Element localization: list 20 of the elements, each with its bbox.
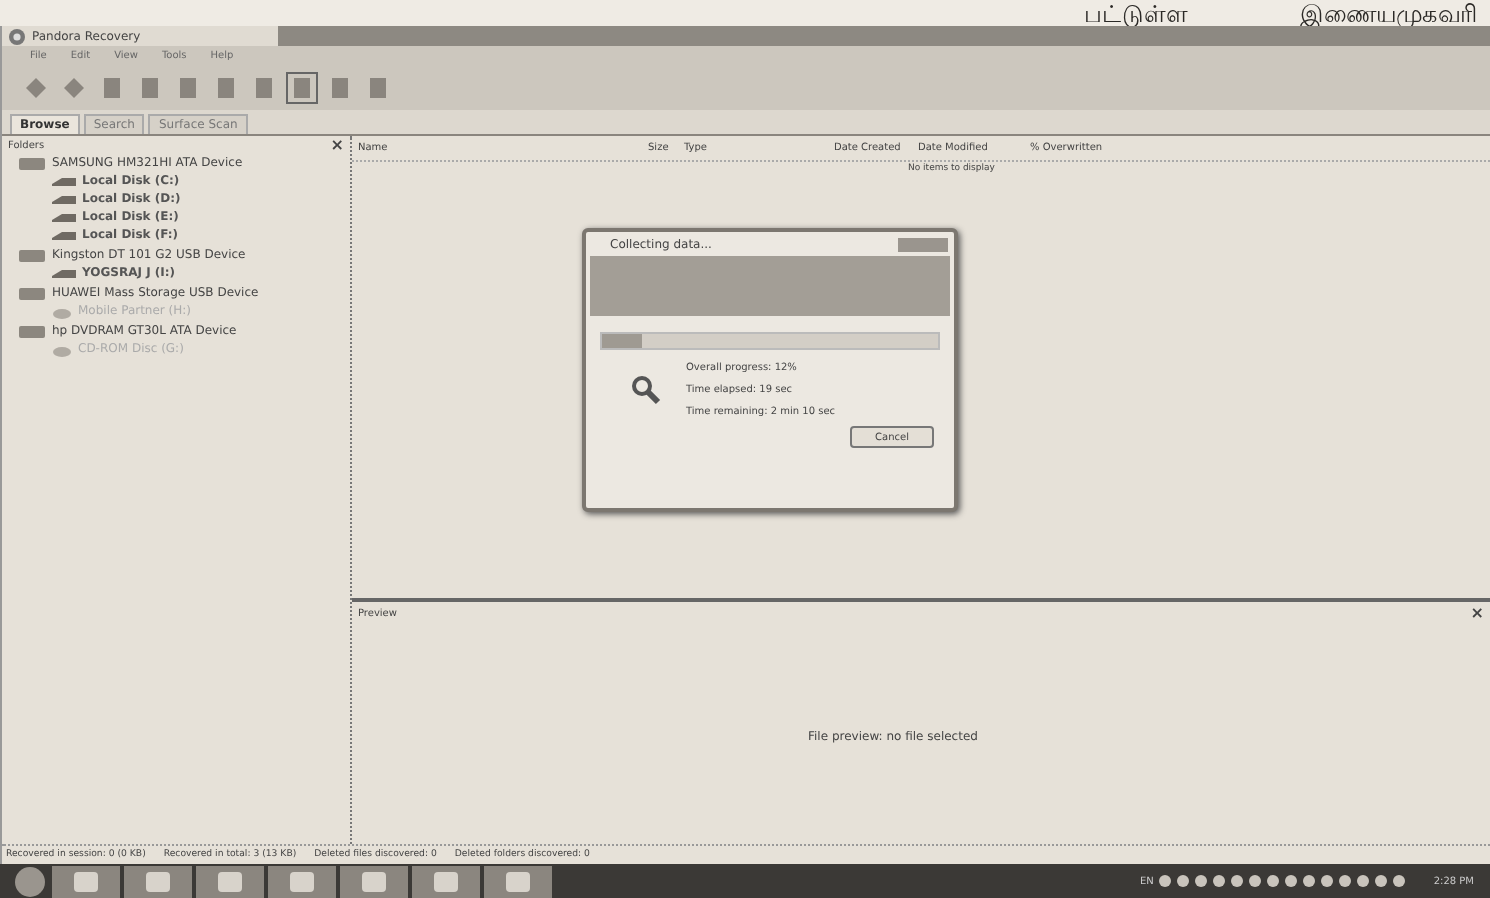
drive-icon xyxy=(18,155,46,171)
app-logo-icon xyxy=(8,27,26,45)
taskbar-app-icon[interactable] xyxy=(340,865,408,897)
drive-icon xyxy=(18,247,46,263)
taskbar-app-icon[interactable] xyxy=(196,865,264,897)
disc-icon xyxy=(52,341,72,357)
start-button[interactable] xyxy=(12,865,48,897)
print-heading: இணையமுகவரி xyxy=(1300,2,1478,26)
search-icon xyxy=(630,374,662,406)
close-icon[interactable]: × xyxy=(1470,608,1484,620)
taskbar-app-icon[interactable] xyxy=(124,865,192,897)
taskbar-app-icon[interactable] xyxy=(268,865,336,897)
taskbar-app-icon[interactable] xyxy=(484,865,552,897)
drive-icon xyxy=(18,323,46,339)
close-icon[interactable]: × xyxy=(330,140,344,152)
taskbar-app-icon[interactable] xyxy=(412,865,480,897)
print-heading: பட்டுள்ள xyxy=(1084,2,1188,26)
disc-icon xyxy=(52,303,72,319)
taskbar-app-icon[interactable] xyxy=(52,865,120,897)
drive-icon xyxy=(18,285,46,301)
